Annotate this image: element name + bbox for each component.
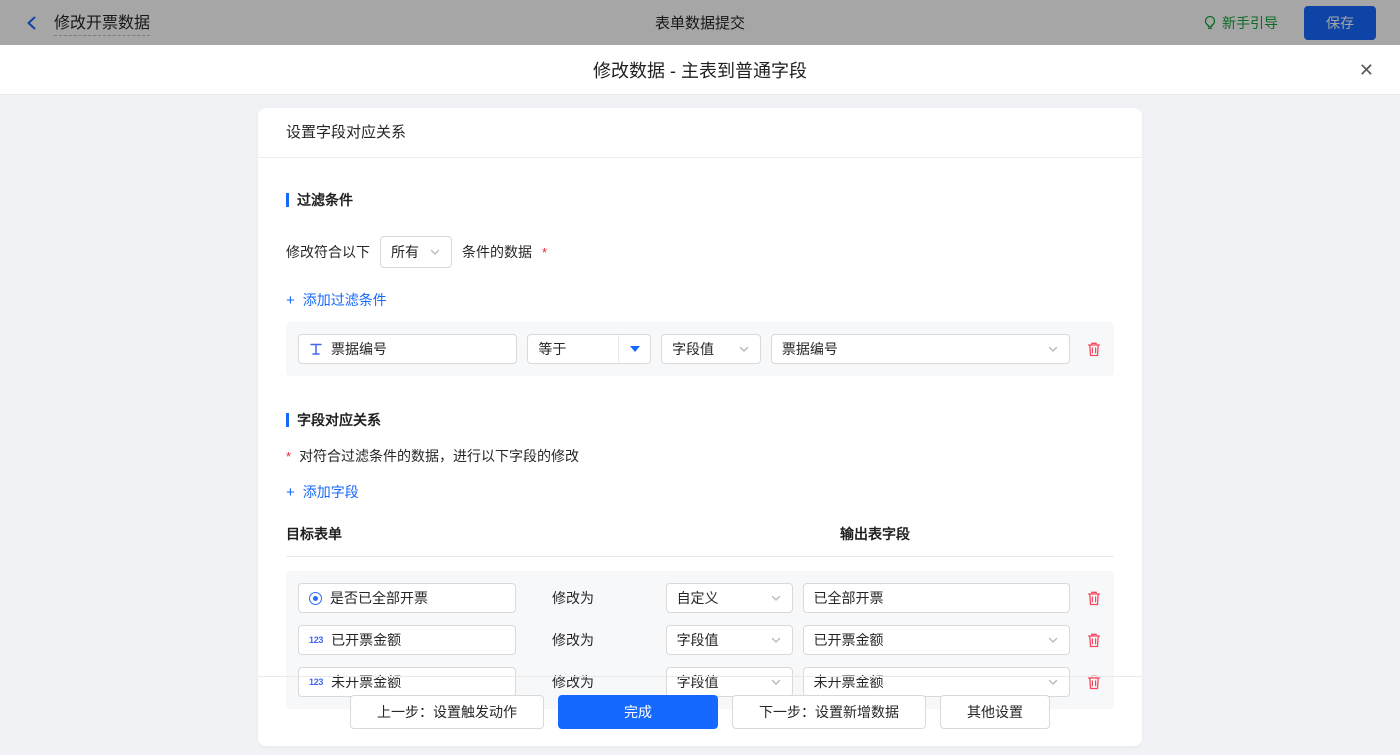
plus-icon: + [286, 293, 295, 308]
topbar: 修改开票数据 表单数据提交 新手引导 保存 [0, 0, 1400, 45]
chevron-down-icon [738, 343, 750, 355]
done-button[interactable]: 完成 [558, 695, 718, 729]
chevron-down-icon [770, 592, 782, 604]
output-field-select[interactable]: 已开票金额 [803, 625, 1071, 655]
number-field-icon: 123 [309, 635, 323, 645]
dialog-body: 设置字段对应关系 过滤条件 修改符合以下 所有 条件的数据 * + 添加过滤条件 [0, 95, 1400, 755]
chevron-down-icon [1047, 343, 1059, 355]
match-suffix-label: 条件的数据 [462, 242, 532, 262]
trash-icon [1086, 590, 1102, 607]
close-icon[interactable]: ✕ [1359, 61, 1374, 79]
value-mode-select[interactable]: 自定义 [666, 583, 793, 613]
required-mark: * [286, 449, 291, 464]
trash-icon [1086, 632, 1102, 649]
match-mode-select[interactable]: 所有 [380, 236, 452, 268]
filter-field-box[interactable]: 票据编号 [298, 334, 517, 364]
match-prefix-label: 修改符合以下 [286, 242, 370, 262]
section-accent-bar [286, 193, 289, 207]
add-field-link[interactable]: + 添加字段 [286, 482, 359, 502]
section-accent-bar [286, 413, 289, 427]
mapping-table-header: 目标表单 输出表字段 [286, 524, 1114, 544]
target-field-label: 是否已全部开票 [330, 588, 428, 608]
target-field-label: 已开票金额 [331, 630, 401, 650]
caret-down-icon [630, 346, 640, 352]
match-condition-row: 修改符合以下 所有 条件的数据 * [286, 236, 1114, 268]
dialog-title: 修改数据 - 主表到普通字段 [593, 57, 807, 83]
filter-field-label: 票据编号 [331, 339, 387, 359]
chevron-down-icon [429, 246, 441, 258]
dialog-footer: 上一步：设置触发动作 完成 下一步：设置新增数据 其他设置 [258, 676, 1142, 746]
value-type-select[interactable]: 字段值 [661, 334, 761, 364]
modal-dim-overlay [0, 0, 1400, 45]
next-step-button[interactable]: 下一步：设置新增数据 [732, 695, 926, 729]
plus-icon: + [286, 485, 295, 500]
trash-icon [1086, 341, 1102, 358]
dialog-header: 修改数据 - 主表到普通字段 ✕ [0, 45, 1400, 95]
chevron-down-icon [1047, 634, 1059, 646]
chevron-down-icon [770, 634, 782, 646]
custom-value-input[interactable] [803, 583, 1071, 613]
modify-to-label: 修改为 [552, 630, 596, 650]
settings-card: 设置字段对应关系 过滤条件 修改符合以下 所有 条件的数据 * + 添加过滤条件 [258, 108, 1142, 746]
delete-mapping-button[interactable] [1086, 590, 1102, 607]
target-field-box[interactable]: 123 已开票金额 [298, 625, 516, 655]
column-output-field: 输出表字段 [840, 524, 910, 544]
mapping-row: 123 已开票金额 修改为 字段值 已开票金额 [298, 625, 1102, 655]
prev-step-button[interactable]: 上一步：设置触发动作 [350, 695, 544, 729]
target-field-box[interactable]: 是否已全部开票 [298, 583, 516, 613]
radio-field-icon [309, 592, 322, 605]
other-settings-button[interactable]: 其他设置 [940, 695, 1050, 729]
required-mark: * [542, 245, 547, 260]
operator-caret-button[interactable] [618, 335, 650, 363]
operator-select[interactable]: 等于 [527, 334, 651, 364]
table-header-divider [286, 556, 1114, 557]
delete-filter-button[interactable] [1086, 341, 1102, 358]
modify-to-label: 修改为 [552, 588, 596, 608]
mapping-row: 是否已全部开票 修改为 自定义 [298, 583, 1102, 613]
mapping-section-title: 字段对应关系 [286, 410, 1114, 430]
delete-mapping-button[interactable] [1086, 632, 1102, 649]
card-title: 设置字段对应关系 [258, 108, 1142, 158]
filter-condition-row: 票据编号 等于 字段值 票据编号 [286, 322, 1114, 376]
column-target-form: 目标表单 [286, 524, 840, 544]
value-mode-select[interactable]: 字段值 [666, 625, 793, 655]
filter-value-select[interactable]: 票据编号 [771, 334, 1070, 364]
text-field-icon [309, 342, 323, 356]
add-filter-condition-link[interactable]: + 添加过滤条件 [286, 290, 387, 310]
mapping-description: * 对符合过滤条件的数据，进行以下字段的修改 [286, 446, 1114, 466]
filter-section-title: 过滤条件 [286, 190, 1114, 210]
